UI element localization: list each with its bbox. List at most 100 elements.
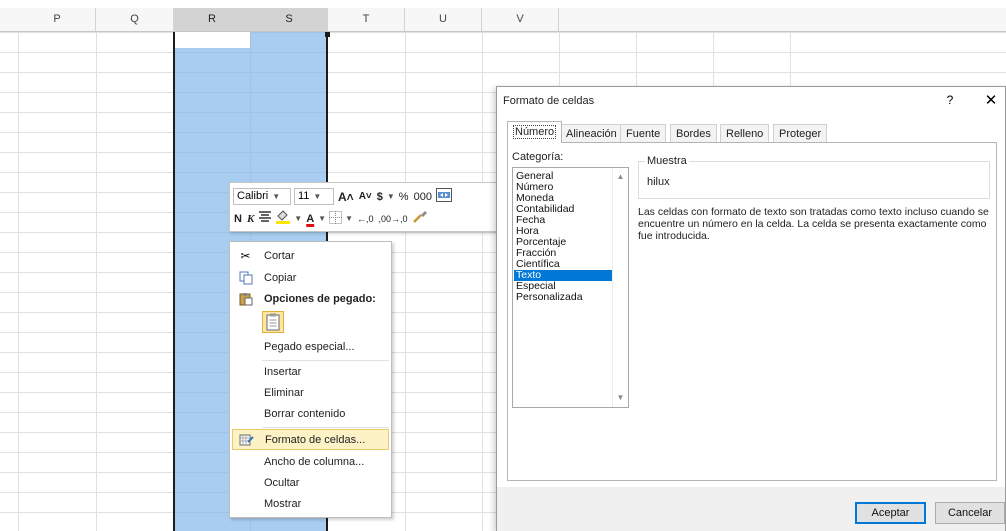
format-painter-icon[interactable] <box>412 210 428 227</box>
percent-format-button[interactable]: % <box>398 191 410 203</box>
tab-number[interactable]: Número <box>507 121 563 143</box>
menu-separator <box>262 360 389 361</box>
font-color-button[interactable]: A <box>305 213 315 225</box>
category-scrollbar[interactable]: ▲ ▼ <box>612 168 628 407</box>
currency-format-button[interactable]: $ <box>376 191 384 203</box>
screen: P Q R S T U V Calibri ▼ 11 ▼ A˄ A˅ $ ▼ %… <box>0 0 1006 531</box>
number-tab-panel: Categoría: General Número Moneda Contabi… <box>507 142 997 481</box>
menu-item-insert[interactable]: Insertar <box>232 362 389 383</box>
context-menu: ✂ Cortar Copiar Opciones de pegado: Pega… <box>229 241 392 518</box>
menu-item-clear-contents[interactable]: Borrar contenido <box>232 404 389 425</box>
dialog-title: Formato de celdas <box>503 95 595 107</box>
menu-item-show[interactable]: Mostrar <box>232 494 389 515</box>
chevron-down-icon[interactable]: ▼ <box>345 214 353 223</box>
menu-item-label: Borrar contenido <box>264 408 346 420</box>
chevron-down-icon[interactable]: ▼ <box>318 214 326 223</box>
menu-item-label: Cortar <box>264 250 295 262</box>
tab-fill[interactable]: Relleno <box>720 124 770 142</box>
ok-button[interactable]: Aceptar <box>855 502 926 524</box>
menu-item-column-width[interactable]: Ancho de columna... <box>232 452 389 473</box>
decrease-decimal-button[interactable]: ,00→,0 <box>378 214 409 224</box>
format-description: Las celdas con formato de texto son trat… <box>638 206 989 242</box>
chevron-down-icon: ▼ <box>272 192 281 201</box>
copy-icon <box>238 271 253 286</box>
font-size-select[interactable]: 11 ▼ <box>294 188 334 205</box>
column-header-p[interactable]: P <box>19 8 96 31</box>
help-button[interactable]: ? <box>943 93 957 109</box>
category-custom[interactable]: Personalizada <box>514 292 613 303</box>
mini-toolbar: Calibri ▼ 11 ▼ A˄ A˅ $ ▼ % 000 N K ▼ A ▼… <box>229 182 497 232</box>
paste-icon <box>263 313 283 335</box>
bold-button[interactable]: N <box>233 213 243 225</box>
menu-item-label: Ancho de columna... <box>264 456 365 468</box>
menu-item-label: Ocultar <box>264 477 300 489</box>
column-header-q[interactable]: Q <box>96 8 174 31</box>
menu-item-delete[interactable]: Eliminar <box>232 383 389 404</box>
menu-item-label: Copiar <box>264 272 297 284</box>
mini-toolbar-row-1: Calibri ▼ 11 ▼ A˄ A˅ $ ▼ % 000 <box>233 186 452 207</box>
menu-item-label: Mostrar <box>264 498 302 510</box>
close-icon[interactable]: ✕ <box>981 91 1001 111</box>
menu-item-copy[interactable]: Copiar <box>232 268 389 289</box>
menu-item-label: Pegado especial... <box>264 341 355 353</box>
clipboard-icon <box>238 292 253 307</box>
tab-label: Bordes <box>676 128 711 140</box>
grid-line <box>18 32 19 531</box>
menu-item-paste-special[interactable]: Pegado especial... <box>232 337 389 358</box>
font-name-value: Calibri <box>237 190 269 202</box>
tab-strip: Número Alineación Fuente Bordes Relleno … <box>507 121 997 143</box>
thousands-separator-button[interactable]: 000 <box>413 191 433 203</box>
fill-handle[interactable] <box>325 32 330 37</box>
grid-line <box>405 32 406 531</box>
column-header-u[interactable]: U <box>405 8 482 31</box>
column-header-r[interactable]: R <box>174 8 251 31</box>
menu-item-label: Formato de celdas... <box>265 434 366 446</box>
tab-label: Fuente <box>626 128 661 140</box>
tab-borders[interactable]: Bordes <box>670 124 717 142</box>
align-center-icon[interactable] <box>258 211 272 226</box>
column-header-v[interactable]: V <box>482 8 559 31</box>
tab-protect[interactable]: Proteger <box>773 124 828 142</box>
cancel-button[interactable]: Cancelar <box>935 502 1005 524</box>
increase-decimal-button[interactable]: ←,0 <box>356 214 375 224</box>
scroll-down-icon[interactable]: ▼ <box>613 391 628 405</box>
shrink-font-button[interactable]: A˅ <box>358 191 373 202</box>
font-size-value: 11 <box>298 190 310 202</box>
scroll-up-icon[interactable]: ▲ <box>613 170 628 184</box>
merge-center-icon[interactable] <box>435 188 452 205</box>
sample-value: hilux <box>647 176 670 188</box>
tab-label: Número <box>513 125 557 139</box>
menu-heading-paste-options: Opciones de pegado: <box>232 289 389 310</box>
menu-item-hide[interactable]: Ocultar <box>232 473 389 494</box>
paste-option-button[interactable] <box>262 311 284 333</box>
column-header-t[interactable]: T <box>328 8 405 31</box>
grow-font-button[interactable]: A˄ <box>337 190 355 204</box>
tab-label: Relleno <box>726 128 764 140</box>
mini-toolbar-row-2: N K ▼ A ▼ ▼ ←,0 ,00→,0 <box>233 208 428 229</box>
menu-item-cut[interactable]: ✂ Cortar <box>232 246 389 267</box>
sample-group: Muestra hilux <box>638 155 990 199</box>
italic-button[interactable]: K <box>246 213 255 225</box>
borders-icon[interactable] <box>329 210 343 227</box>
category-label: Categoría: <box>512 151 564 163</box>
tab-label: Alineación <box>566 128 617 140</box>
font-name-select[interactable]: Calibri ▼ <box>233 188 291 205</box>
column-header-s[interactable]: S <box>251 8 328 31</box>
active-cell[interactable] <box>174 32 250 48</box>
format-cells-icon <box>239 433 254 448</box>
menu-item-label: Insertar <box>264 366 302 378</box>
chevron-down-icon[interactable]: ▼ <box>294 214 302 223</box>
menu-separator <box>262 427 389 428</box>
fill-color-icon[interactable] <box>275 210 291 227</box>
grid-line <box>482 32 483 531</box>
selection-border-left <box>173 32 175 531</box>
tab-alignment[interactable]: Alineación <box>560 124 623 142</box>
tab-font[interactable]: Fuente <box>620 124 667 142</box>
menu-item-format-cells[interactable]: Formato de celdas... <box>232 429 389 450</box>
grid-line <box>96 32 97 531</box>
dialog-titlebar[interactable]: Formato de celdas ? ✕ <box>497 87 1005 115</box>
tab-label: Proteger <box>779 128 822 140</box>
chevron-down-icon[interactable]: ▼ <box>387 192 395 201</box>
scissors-icon: ✂ <box>240 249 251 263</box>
category-list[interactable]: General Número Moneda Contabilidad Fecha… <box>512 167 629 408</box>
